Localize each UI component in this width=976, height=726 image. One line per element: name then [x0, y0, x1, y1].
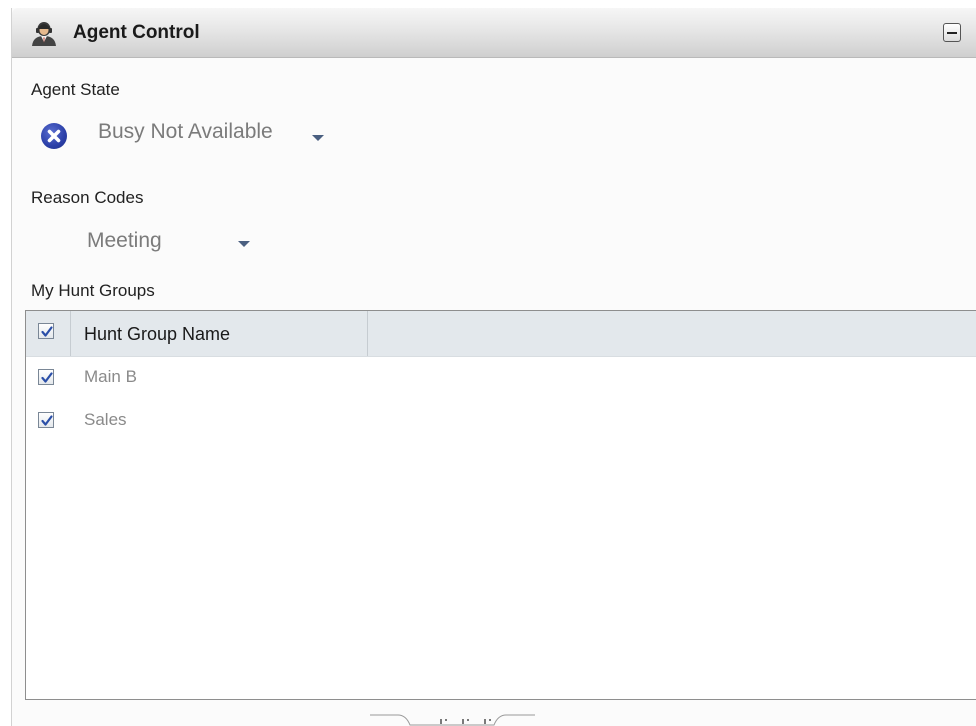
reason-codes-chevron-down-icon[interactable]: [238, 241, 250, 247]
agent-control-panel: Agent Control Agent State Busy Not Avail…: [11, 8, 976, 726]
agent-state-chevron-down-icon[interactable]: [312, 135, 324, 141]
row-name: Main B: [84, 367, 137, 386]
minimize-button[interactable]: [943, 23, 961, 42]
table-header: Hunt Group Name: [26, 311, 976, 357]
agent-state-dropdown[interactable]: Busy Not Available: [98, 120, 273, 144]
reason-codes-label: Reason Codes: [31, 188, 144, 207]
select-all-checkbox[interactable]: [38, 323, 54, 339]
column-divider: [70, 311, 71, 356]
panel-title: Agent Control: [73, 22, 200, 43]
column-divider: [367, 311, 368, 356]
agent-person-icon: [29, 20, 59, 46]
row-checkbox[interactable]: [38, 369, 54, 385]
row-name: Sales: [84, 410, 127, 429]
column-header-hunt-group-name[interactable]: Hunt Group Name: [84, 324, 230, 344]
resize-handle-icon[interactable]: [370, 714, 535, 726]
agent-state-label: Agent State: [31, 80, 120, 99]
panel-titlebar: Agent Control: [12, 8, 976, 58]
busy-x-circle-icon: [41, 123, 67, 149]
reason-codes-dropdown[interactable]: Meeting: [87, 229, 162, 253]
hunt-groups-table: Hunt Group Name Main B Sales: [25, 310, 976, 700]
row-checkbox[interactable]: [38, 412, 54, 428]
hunt-groups-label: My Hunt Groups: [31, 281, 155, 300]
